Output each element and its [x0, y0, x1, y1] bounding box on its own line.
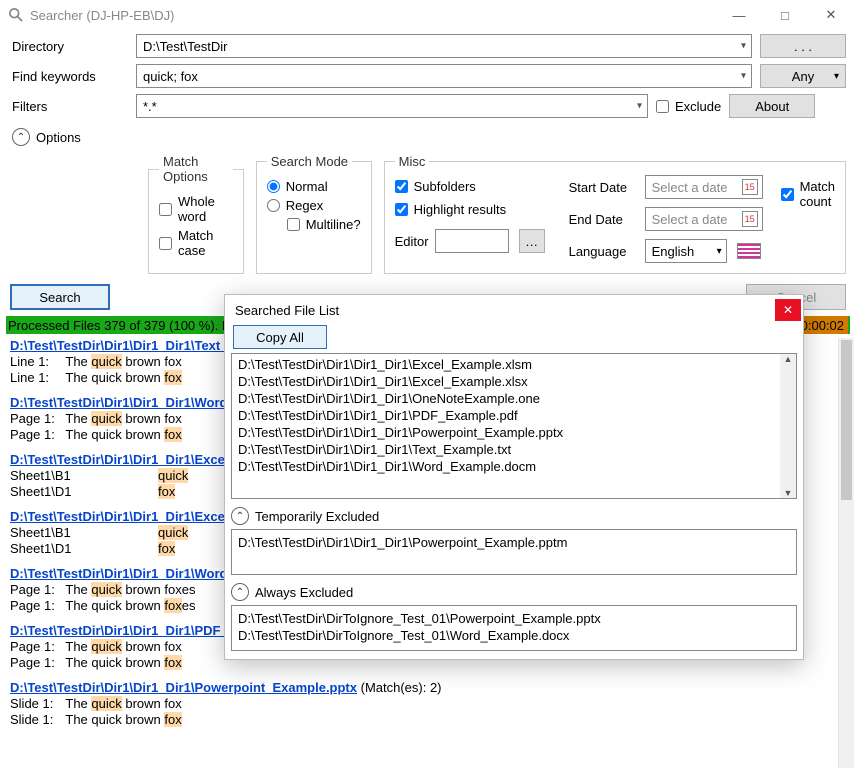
normal-radio[interactable]: Normal	[267, 179, 361, 194]
searched-files-listbox[interactable]: D:\Test\TestDir\Dir1\Dir1_Dir1\Excel_Exa…	[231, 353, 797, 499]
about-button[interactable]: About	[729, 94, 815, 118]
chevron-down-icon: ▾	[834, 71, 839, 82]
end-date-picker[interactable]: Select a date 15	[645, 207, 763, 231]
list-item[interactable]: D:\Test\TestDir\Dir1\Dir1_Dir1\Powerpoin…	[238, 534, 790, 551]
calendar-icon: 15	[742, 211, 758, 227]
listbox-scrollbar[interactable]: ▲ ▼	[780, 354, 796, 498]
popup-close-button[interactable]: ✕	[775, 299, 801, 321]
subfolders-checkbox[interactable]: Subfolders	[395, 179, 545, 194]
match-options-legend: Match Options	[159, 154, 233, 184]
misc-legend: Misc	[395, 154, 430, 169]
result-file-link[interactable]: D:\Test\TestDir\Dir1\Dir1_Dir1\Text_Ex	[10, 338, 243, 353]
minimize-button[interactable]: ―	[716, 0, 762, 30]
language-label: Language	[569, 244, 635, 259]
result-file-link[interactable]: D:\Test\TestDir\Dir1\Dir1_Dir1\PDF_Ex	[10, 623, 244, 638]
temp-excluded-listbox[interactable]: D:\Test\TestDir\Dir1\Dir1_Dir1\Powerpoin…	[231, 529, 797, 575]
search-mode-legend: Search Mode	[267, 154, 352, 169]
options-collapse-icon[interactable]: ⌃	[12, 128, 30, 146]
collapse-icon[interactable]: ⌃	[231, 583, 249, 601]
close-button[interactable]: ✕	[808, 0, 854, 30]
scroll-up-icon: ▲	[784, 354, 793, 364]
keywords-input[interactable]	[136, 64, 752, 88]
result-file-link[interactable]: D:\Test\TestDir\Dir1\Dir1_Dir1\Excel_E	[10, 509, 244, 524]
copy-all-button[interactable]: Copy All	[233, 325, 327, 349]
end-date-label: End Date	[569, 212, 635, 227]
filters-input[interactable]	[136, 94, 648, 118]
always-excluded-label: Always Excluded	[255, 585, 353, 600]
misc-group: Misc Subfolders Highlight results Editor…	[384, 154, 846, 274]
match-count-checkbox[interactable]: Match count	[781, 179, 835, 209]
calendar-icon: 15	[742, 179, 758, 195]
list-item[interactable]: D:\Test\TestDir\Dir1\Dir1_Dir1\Powerpoin…	[238, 424, 778, 441]
options-label: Options	[36, 130, 81, 145]
result-line: Slide 1: The quick brown fox	[10, 712, 846, 727]
temp-excluded-label: Temporarily Excluded	[255, 509, 379, 524]
editor-input[interactable]	[435, 229, 509, 253]
popup-title: Searched File List	[235, 303, 775, 318]
always-excluded-listbox[interactable]: D:\Test\TestDir\DirToIgnore_Test_01\Powe…	[231, 605, 797, 651]
searched-file-list-popup: Searched File List ✕ Copy All D:\Test\Te…	[224, 294, 804, 660]
multiline-checkbox[interactable]: Multiline?	[287, 217, 361, 232]
list-item[interactable]: D:\Test\TestDir\DirToIgnore_Test_01\Powe…	[238, 610, 790, 627]
directory-label: Directory	[10, 39, 136, 54]
directory-input[interactable]	[136, 34, 752, 58]
collapse-icon[interactable]: ⌃	[231, 507, 249, 525]
results-scrollbar[interactable]	[838, 338, 854, 768]
list-item[interactable]: D:\Test\TestDir\Dir1\Dir1_Dir1\OneNoteEx…	[238, 390, 778, 407]
match-count: (Match(es): 2)	[357, 680, 442, 695]
match-case-checkbox[interactable]: Match case	[159, 228, 233, 258]
scroll-thumb[interactable]	[841, 340, 852, 500]
filters-label: Filters	[10, 99, 136, 114]
whole-word-checkbox[interactable]: Whole word	[159, 194, 233, 224]
match-options-group: Match Options Whole word Match case	[148, 154, 244, 274]
browse-button[interactable]: . . .	[760, 34, 846, 58]
status-text: Processed Files 379 of 379 (100 %). Fou	[8, 318, 244, 333]
chevron-down-icon: ▾	[717, 246, 722, 257]
uk-flag-icon	[737, 243, 761, 259]
app-icon	[8, 7, 24, 23]
language-select[interactable]: English ▾	[645, 239, 727, 263]
list-item[interactable]: D:\Test\TestDir\Dir1\Dir1_Dir1\PDF_Examp…	[238, 407, 778, 424]
result-file-link[interactable]: D:\Test\TestDir\Dir1\Dir1_Dir1\Excel_E	[10, 452, 244, 467]
any-button[interactable]: Any ▾	[760, 64, 846, 88]
result-file-link[interactable]: D:\Test\TestDir\Dir1\Dir1_Dir1\Word_E	[10, 566, 243, 581]
scroll-down-icon: ▼	[784, 488, 793, 498]
result-line: Slide 1: The quick brown fox	[10, 696, 846, 711]
search-mode-group: Search Mode Normal Regex Multiline?	[256, 154, 372, 274]
list-item[interactable]: D:\Test\TestDir\Dir1\Dir1_Dir1\Text_Exam…	[238, 441, 778, 458]
maximize-button[interactable]: □	[762, 0, 808, 30]
exclude-checkbox[interactable]: Exclude	[656, 99, 721, 114]
editor-browse-button[interactable]: …	[519, 229, 545, 253]
title-bar: Searcher (DJ-HP-EB\DJ) ― □ ✕	[0, 0, 856, 30]
editor-label: Editor	[395, 234, 429, 249]
highlight-checkbox[interactable]: Highlight results	[395, 202, 545, 217]
result-block: D:\Test\TestDir\Dir1\Dir1_Dir1\Powerpoin…	[10, 680, 846, 727]
keywords-label: Find keywords	[10, 69, 136, 84]
regex-radio[interactable]: Regex	[267, 198, 361, 213]
window-title: Searcher (DJ-HP-EB\DJ)	[30, 8, 716, 23]
start-date-label: Start Date	[569, 180, 635, 195]
list-item[interactable]: D:\Test\TestDir\Dir1\Dir1_Dir1\Word_Exam…	[238, 458, 778, 475]
list-item[interactable]: D:\Test\TestDir\Dir1\Dir1_Dir1\Excel_Exa…	[238, 356, 778, 373]
any-button-label: Any	[792, 69, 814, 84]
start-date-picker[interactable]: Select a date 15	[645, 175, 763, 199]
result-file-link[interactable]: D:\Test\TestDir\Dir1\Dir1_Dir1\Powerpoin…	[10, 680, 357, 695]
list-item[interactable]: D:\Test\TestDir\DirToIgnore_Test_01\Word…	[238, 627, 790, 644]
search-button[interactable]: Search	[10, 284, 110, 310]
result-file-link[interactable]: D:\Test\TestDir\Dir1\Dir1_Dir1\Word_E	[10, 395, 243, 410]
list-item[interactable]: D:\Test\TestDir\Dir1\Dir1_Dir1\Excel_Exa…	[238, 373, 778, 390]
